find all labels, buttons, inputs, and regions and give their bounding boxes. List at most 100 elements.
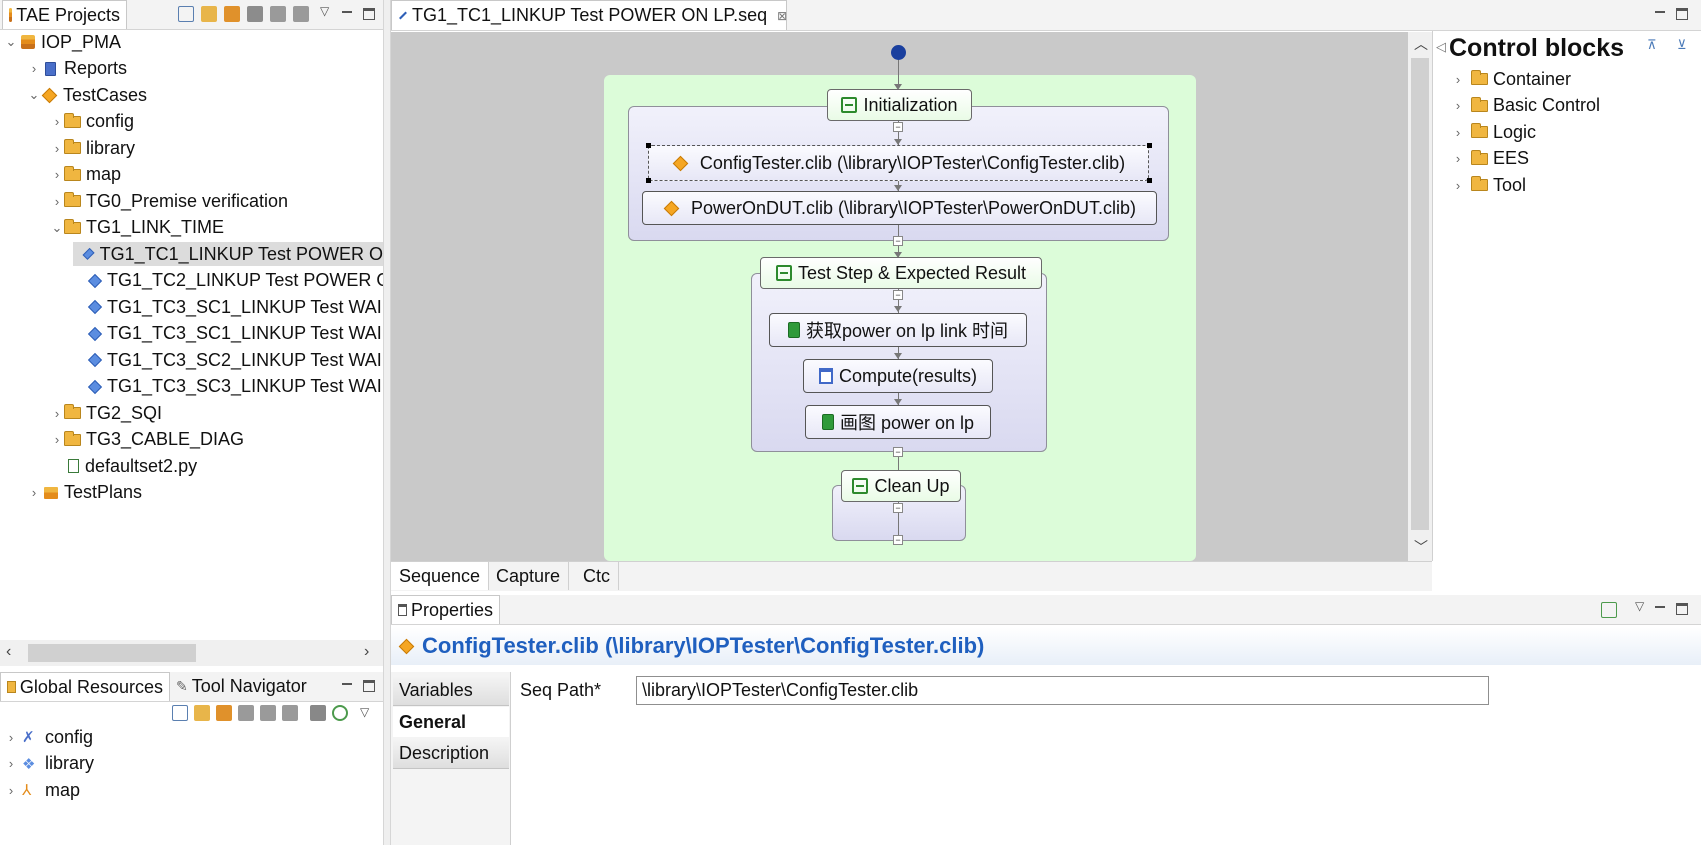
tree-item[interactable]: › library — [50, 136, 135, 160]
tree-item[interactable]: › TG0_Premise verification — [50, 189, 288, 213]
chevron-right-icon[interactable]: › — [1451, 125, 1465, 140]
chevron-right-icon[interactable]: › — [1451, 151, 1465, 166]
get-power-node[interactable]: 获取power on lp link 时间 — [769, 313, 1027, 347]
maximize-icon[interactable] — [363, 680, 375, 692]
tree-item[interactable]: › Reports — [27, 57, 127, 81]
new-folder-icon[interactable] — [247, 6, 263, 22]
new-project-icon[interactable] — [224, 6, 240, 22]
tree-item[interactable]: › map — [50, 163, 121, 187]
back-icon[interactable] — [282, 705, 298, 721]
chevron-right-icon[interactable]: › — [1451, 72, 1465, 87]
minimize-icon[interactable] — [341, 8, 353, 20]
chevron-right-icon[interactable]: › — [4, 756, 18, 771]
collapse-toggle[interactable]: − — [893, 447, 903, 457]
tree-item[interactable]: TG1_TC3_SC3_LINKUP Test WAI — [73, 375, 382, 399]
draw-power-node[interactable]: 画图 power on lp — [805, 405, 991, 439]
tree-item[interactable]: TG1_TC3_SC2_LINKUP Test WAI — [73, 348, 382, 372]
vscroll-thumb[interactable] — [1411, 58, 1429, 530]
tab-tae-projects[interactable]: TAE Projects — [2, 0, 127, 29]
tab-capture[interactable]: Capture — [488, 562, 570, 590]
chevron-right-icon[interactable]: › — [27, 61, 41, 76]
tree-item[interactable]: TG1_TC2_LINKUP Test POWER O — [73, 269, 390, 293]
minimize-icon[interactable] — [1654, 8, 1666, 20]
chevron-down-icon[interactable]: ⌄ — [4, 34, 18, 50]
delete-icon[interactable] — [310, 705, 326, 721]
forward-icon[interactable] — [293, 6, 309, 22]
view-menu-icon[interactable]: ▽ — [1635, 599, 1644, 613]
config-tester-node[interactable]: ConfigTester.clib (\library\IOPTester\Co… — [648, 145, 1149, 181]
hscroll-thumb[interactable] — [28, 644, 196, 662]
chevron-right-icon[interactable]: › — [50, 406, 64, 421]
seq-path-input[interactable]: \library\IOPTester\ConfigTester.clib — [636, 676, 1489, 705]
resource-item[interactable]: › ⅄ map — [4, 778, 80, 802]
tree-item[interactable]: › TestPlans — [27, 481, 142, 505]
chevron-right-icon[interactable]: › — [50, 194, 64, 209]
view-menu-icon[interactable]: ▽ — [320, 4, 329, 18]
view-menu-icon[interactable]: ▽ — [360, 705, 369, 721]
left-splitter[interactable] — [383, 0, 391, 845]
tab-general[interactable]: General — [393, 707, 509, 737]
tab-ctc[interactable]: Ctc — [575, 562, 619, 590]
collapse-toggle[interactable]: − — [893, 290, 903, 300]
tab-description[interactable]: Description — [393, 739, 509, 769]
collapse-all-icon[interactable] — [178, 6, 194, 22]
chevron-right-icon[interactable]: › — [1451, 98, 1465, 113]
scroll-left-icon[interactable]: ‹ — [6, 643, 11, 661]
test-step-header[interactable]: Test Step & Expected Result — [760, 257, 1042, 289]
compute-node[interactable]: Compute(results) — [803, 359, 993, 393]
control-block-item[interactable]: › EES — [1451, 147, 1529, 171]
tree-item[interactable]: TG1_TC3_SC1_LINKUP Test WAI — [73, 322, 382, 346]
resource-item[interactable]: › ✗ config — [4, 725, 93, 749]
tab-variables[interactable]: Variables — [393, 676, 509, 706]
chevron-right-icon[interactable]: › — [27, 485, 41, 500]
chevron-down-icon[interactable]: ⌄ — [27, 87, 41, 103]
maximize-icon[interactable] — [363, 8, 375, 20]
tab-properties[interactable]: Properties — [391, 595, 500, 624]
chevron-right-icon[interactable]: › — [50, 432, 64, 447]
control-block-item[interactable]: › Logic — [1451, 120, 1536, 144]
close-icon[interactable]: ⊠ — [777, 9, 787, 23]
tree-item[interactable]: › config — [50, 110, 134, 134]
new-folder-icon[interactable] — [216, 705, 232, 721]
link-editor-icon[interactable] — [194, 705, 210, 721]
initialization-header[interactable]: Initialization — [827, 89, 972, 121]
clean-up-header[interactable]: Clean Up — [841, 470, 961, 502]
chevron-right-icon[interactable]: › — [1451, 178, 1465, 193]
control-block-item[interactable]: › Tool — [1451, 173, 1526, 197]
collapse-all-icon[interactable] — [172, 705, 188, 721]
collapse-toggle[interactable]: − — [893, 236, 903, 246]
power-on-dut-node[interactable]: PowerOnDUT.clib (\library\IOPTester\Powe… — [642, 191, 1157, 225]
resource-item[interactable]: › ❖ library — [4, 752, 94, 776]
link-editor-icon[interactable] — [201, 6, 217, 22]
collapse-toggle[interactable]: − — [893, 535, 903, 545]
scroll-down-icon[interactable]: ﹀ — [1414, 537, 1428, 557]
maximize-icon[interactable] — [1676, 603, 1688, 615]
chevron-down-icon[interactable]: ⌄ — [50, 220, 64, 236]
collapse-toggle[interactable]: − — [893, 122, 903, 132]
tree-item[interactable]: › TG3_CABLE_DIAG — [50, 428, 244, 452]
collapse-toggle[interactable]: − — [893, 503, 903, 513]
tree-item[interactable]: defaultset2.py — [50, 454, 197, 478]
settings-icon[interactable]: ⊻ — [1677, 37, 1687, 53]
scroll-up-icon[interactable]: ︿ — [1414, 34, 1428, 54]
pin-icon[interactable] — [1601, 602, 1617, 618]
tree-hscrollbar[interactable]: ‹ › — [0, 640, 383, 666]
chevron-right-icon[interactable]: › — [4, 730, 18, 745]
back-icon[interactable] — [270, 6, 286, 22]
control-block-item[interactable]: › Basic Control — [1451, 94, 1600, 118]
chevron-right-icon[interactable]: › — [50, 141, 64, 156]
tab-tool-navigator[interactable]: ✎ Tool Navigator — [170, 672, 313, 701]
refresh-icon[interactable] — [332, 705, 348, 721]
tree-item[interactable]: ⌄ IOP_PMA — [4, 30, 121, 54]
start-node[interactable] — [891, 45, 906, 60]
tab-global-resources[interactable]: Global Resources — [0, 672, 170, 701]
tree-item[interactable]: ⌄ TG1_LINK_TIME — [50, 216, 225, 240]
chevron-right-icon[interactable]: › — [50, 114, 64, 129]
chevron-right-icon[interactable]: › — [4, 783, 18, 798]
tab-seq-editor[interactable]: TG1_TC1_LINKUP Test POWER ON LP.seq ⊠ — [391, 0, 787, 30]
branch-icon[interactable] — [260, 705, 276, 721]
tab-sequence[interactable]: Sequence — [391, 562, 490, 590]
layout-icon[interactable]: ⊼ — [1647, 37, 1657, 53]
collapse-palette-icon[interactable]: ◁ — [1436, 39, 1446, 55]
control-block-item[interactable]: › Container — [1451, 67, 1571, 91]
